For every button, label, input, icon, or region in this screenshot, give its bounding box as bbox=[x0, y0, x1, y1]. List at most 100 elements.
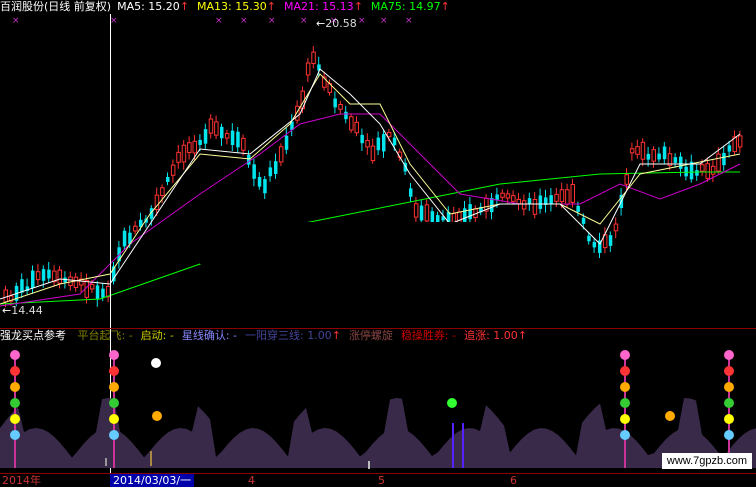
candle-body bbox=[208, 118, 214, 134]
candle-body bbox=[170, 164, 176, 176]
candle-body bbox=[700, 164, 705, 172]
candle-body bbox=[122, 230, 127, 247]
candle-body bbox=[727, 145, 732, 152]
indicator-header: 百润股份(日线 前复权) MA5: 15.20↑ MA13: 15.30↑ MA21:… bbox=[0, 0, 756, 14]
candle-body bbox=[527, 198, 532, 204]
stock-title[interactable]: 百润股份(日线 前复权) bbox=[0, 0, 111, 13]
candle-body bbox=[95, 285, 100, 300]
candle-body bbox=[662, 146, 667, 160]
signal-marker bbox=[109, 414, 119, 424]
signal-marker bbox=[10, 430, 20, 440]
date-label-year: 2014年 bbox=[2, 474, 41, 487]
ma21-arrow: ↑ bbox=[353, 0, 363, 13]
indicator-item: 追涨: 1.00 bbox=[464, 329, 518, 342]
candle-body bbox=[20, 279, 24, 293]
date-label-selected[interactable]: 2014/03/03/一 bbox=[110, 474, 195, 487]
indicator-item-arrow: ↑ bbox=[331, 329, 341, 342]
candle-body bbox=[576, 205, 580, 212]
candle-body bbox=[386, 131, 392, 138]
candle-body bbox=[203, 129, 208, 144]
candle-body bbox=[160, 187, 165, 197]
candle-body bbox=[365, 140, 370, 148]
ma13-value: MA13: 15.30 bbox=[197, 0, 267, 13]
candle-body bbox=[549, 195, 553, 204]
candle-body bbox=[382, 134, 386, 152]
candle-body bbox=[581, 217, 586, 224]
candle-body bbox=[710, 165, 716, 175]
candle-body bbox=[511, 195, 516, 202]
x-marker: × bbox=[405, 16, 413, 26]
signal-marker bbox=[724, 414, 734, 424]
indicator-item: 涨停螺旋 bbox=[348, 329, 393, 342]
candle-body bbox=[613, 223, 619, 232]
candle-body bbox=[192, 140, 197, 154]
candle-body bbox=[230, 130, 235, 146]
candle-body bbox=[176, 151, 181, 163]
candle-body bbox=[268, 167, 273, 177]
low-price-marker: ← bbox=[2, 304, 12, 317]
candle-body bbox=[354, 121, 359, 134]
candle-body bbox=[236, 131, 240, 148]
candle-body bbox=[624, 174, 629, 185]
candle-body bbox=[41, 269, 46, 281]
candle-body bbox=[198, 139, 202, 145]
signal-marker bbox=[10, 366, 20, 376]
signal-marker bbox=[152, 411, 162, 421]
watermark: www.7gpzb.com bbox=[661, 453, 752, 469]
x-marker: × bbox=[300, 16, 308, 26]
blank-area bbox=[428, 14, 756, 112]
signal-marker bbox=[724, 430, 734, 440]
ma21-value: MA21: 15.13 bbox=[283, 0, 354, 13]
candle-body bbox=[500, 192, 505, 198]
signal-marker bbox=[151, 358, 161, 368]
candle-body bbox=[73, 276, 79, 289]
candle-body bbox=[657, 153, 661, 160]
signal-marker bbox=[109, 430, 119, 440]
indicator-item: 稳操胜券: - bbox=[400, 329, 457, 342]
candle-body bbox=[565, 189, 570, 205]
candle-body bbox=[705, 163, 710, 179]
candle-body bbox=[333, 98, 337, 108]
candle-body bbox=[646, 153, 651, 160]
candle-body bbox=[3, 289, 8, 303]
high-price-label: 20.58 bbox=[325, 17, 357, 30]
signal-bar bbox=[452, 423, 454, 468]
candle-body bbox=[349, 116, 354, 131]
signal-marker bbox=[620, 414, 630, 424]
indicator-title[interactable]: 强龙买点参考 bbox=[0, 329, 66, 342]
candle-body bbox=[424, 204, 430, 222]
date-axis: 2014年 2014/03/03/一 4 5 6 bbox=[0, 473, 756, 487]
signal-marker bbox=[724, 366, 734, 376]
candle-body bbox=[247, 155, 251, 165]
indicator-item-arrow: ↑ bbox=[517, 329, 528, 342]
candle-body bbox=[495, 194, 499, 201]
candle-body bbox=[241, 137, 246, 151]
x-marker: × bbox=[12, 16, 20, 26]
low-price-label: 14.44 bbox=[11, 304, 43, 317]
date-label-may: 5 bbox=[378, 474, 385, 487]
signal-marker bbox=[10, 382, 20, 392]
candle-body bbox=[695, 170, 699, 176]
candle-body bbox=[635, 146, 640, 155]
date-label-april: 4 bbox=[248, 474, 255, 487]
signal-marker bbox=[10, 350, 20, 360]
candle-body bbox=[214, 121, 219, 136]
candle-body bbox=[651, 149, 656, 162]
candle-body bbox=[166, 177, 170, 182]
signal-marker bbox=[109, 350, 119, 360]
date-label-june: 6 bbox=[510, 474, 517, 487]
candle-body bbox=[587, 235, 591, 242]
candle-body bbox=[608, 235, 613, 246]
candle-body bbox=[31, 270, 35, 288]
signal-marker bbox=[109, 382, 119, 392]
indicator-panel[interactable] bbox=[0, 343, 756, 473]
signal-marker bbox=[447, 398, 457, 408]
candle-body bbox=[101, 288, 105, 298]
candle-body bbox=[278, 146, 284, 163]
signal-bar bbox=[368, 461, 370, 469]
signal-marker bbox=[620, 398, 630, 408]
candle-body bbox=[592, 242, 597, 248]
x-marker: × bbox=[240, 16, 248, 26]
candle-body bbox=[220, 126, 224, 139]
ma5-arrow: ↑ bbox=[179, 0, 190, 13]
